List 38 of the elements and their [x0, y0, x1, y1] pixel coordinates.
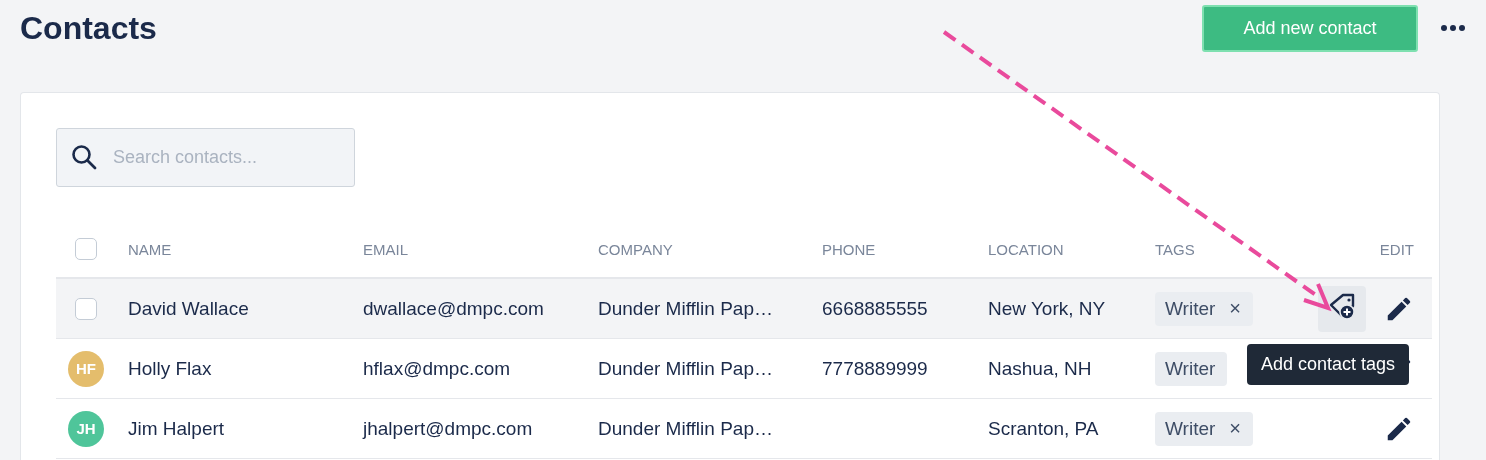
- column-header: EDIT: [1379, 240, 1414, 258]
- location-text: Nashua, NH: [988, 357, 1092, 380]
- tag-label: Writer: [1165, 297, 1216, 320]
- column-header: PHONE: [822, 240, 876, 258]
- tag-label: Writer: [1165, 417, 1216, 440]
- avatar: HF: [68, 350, 104, 387]
- contact-name: David Wallace: [128, 297, 249, 320]
- column-header: EMAIL: [363, 240, 408, 258]
- company-text: Dunder Mifflin Pap…: [598, 297, 773, 320]
- email-text: hflax@dmpc.com: [363, 357, 511, 380]
- tag-label: Writer: [1165, 357, 1216, 380]
- table-row[interactable]: JH Jim Halpert jhalpert@dmpc.com Dunder Mifflin Pap… Scranton, PA Writer ×: [56, 399, 1432, 459]
- location-text: New York, NY: [988, 297, 1106, 320]
- select-all-checkbox[interactable]: [75, 238, 97, 260]
- page-title: Contacts: [20, 9, 158, 47]
- remove-tag-button[interactable]: ×: [1229, 297, 1241, 320]
- avatar: JH: [68, 410, 104, 447]
- row-checkbox[interactable]: [75, 297, 97, 320]
- column-header: LOCATION: [988, 240, 1064, 258]
- more-icon[interactable]: [1440, 24, 1466, 32]
- phone-text: 6668885555: [822, 297, 928, 320]
- tooltip: Add contact tags: [1247, 343, 1410, 385]
- email-text: dwallace@dmpc.com: [363, 297, 544, 320]
- contact-name: Holly Flax: [128, 357, 212, 380]
- column-header: COMPANY: [598, 240, 673, 258]
- company-text: Dunder Mifflin Pap…: [598, 357, 773, 380]
- company-text: Dunder Mifflin Pap…: [598, 417, 773, 440]
- phone-text: 7778889999: [822, 357, 928, 380]
- table-row[interactable]: David Wallace dwallace@dmpc.com Dunder Mifflin Pap… 6668885555 New York, NY Writer ×: [56, 279, 1432, 339]
- add-tag-button[interactable]: [1318, 285, 1366, 332]
- column-header: NAME: [128, 240, 172, 258]
- column-header: TAGS: [1155, 240, 1195, 258]
- contact-name: Jim Halpert: [128, 417, 225, 440]
- email-text: jhalpert@dmpc.com: [363, 417, 533, 440]
- location-text: Scranton, PA: [988, 417, 1099, 440]
- remove-tag-button[interactable]: ×: [1229, 417, 1241, 440]
- search-field[interactable]: Search contacts...: [56, 128, 355, 187]
- search-icon: [71, 144, 97, 170]
